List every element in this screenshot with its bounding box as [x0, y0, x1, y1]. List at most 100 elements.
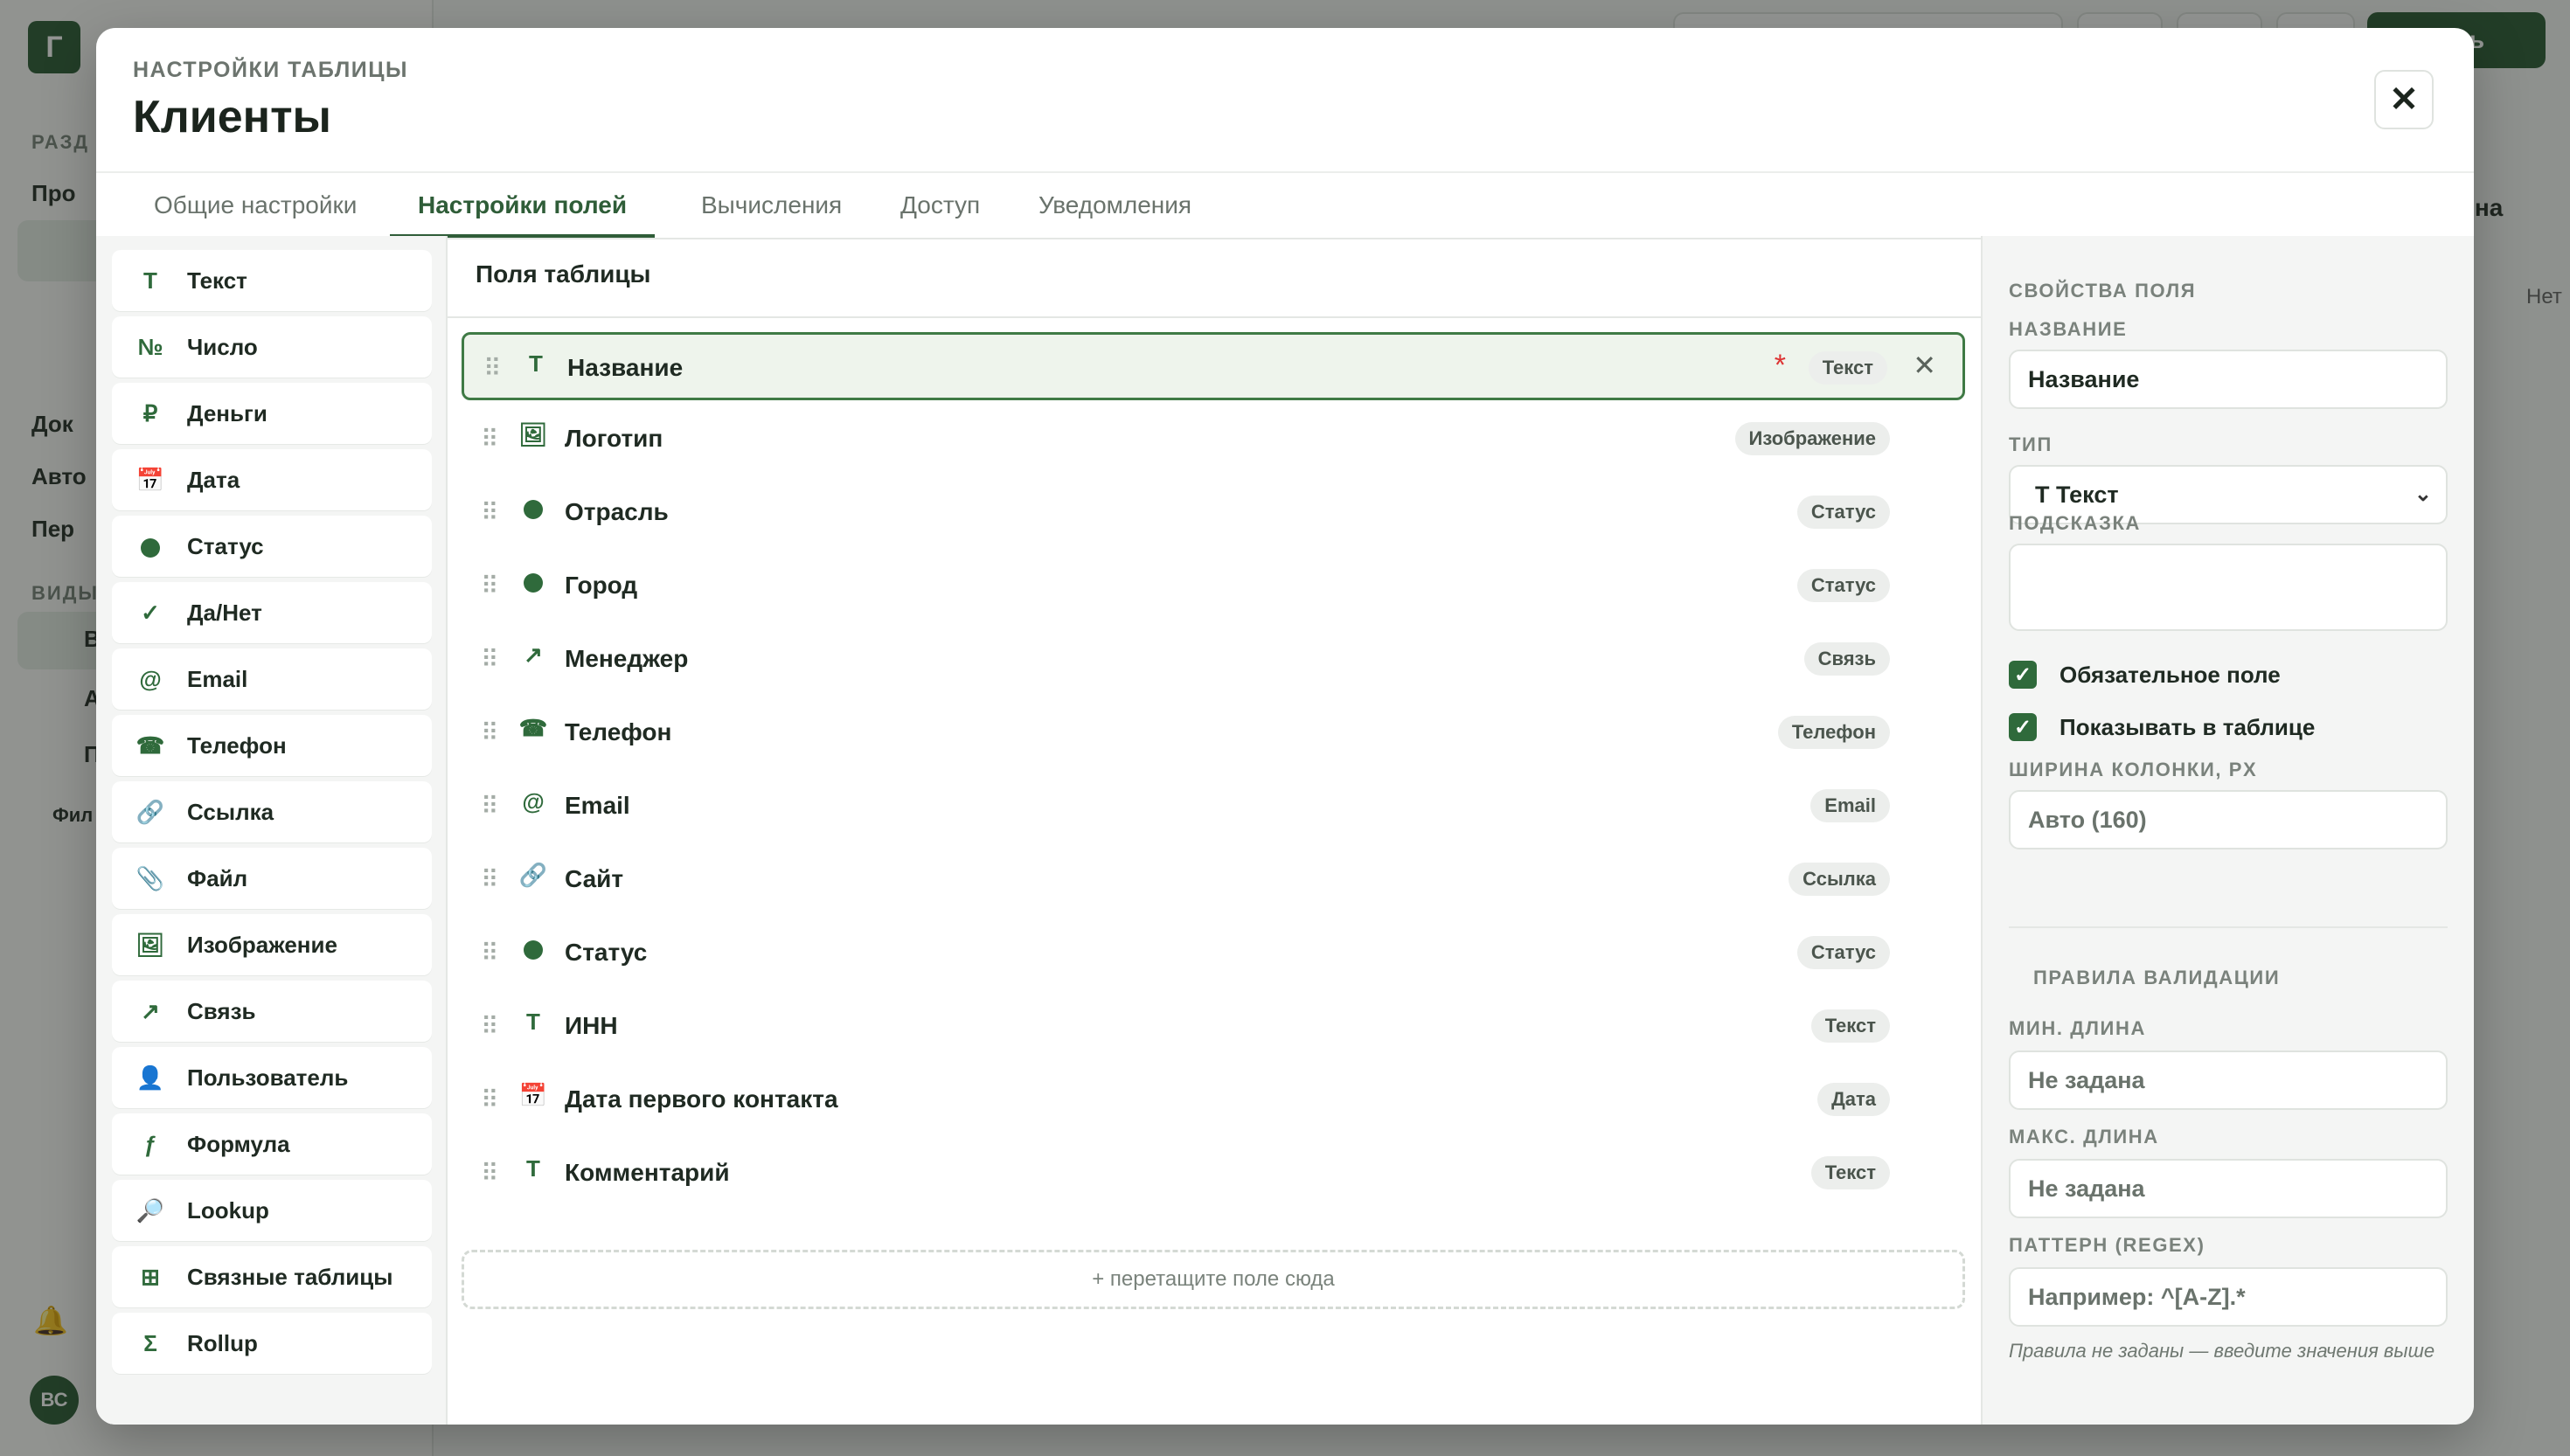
palette-item[interactable]: ƒ Формула: [112, 1113, 432, 1175]
field-name: Телефон: [565, 718, 672, 745]
modal-title: Клиенты: [133, 92, 331, 142]
field-name: Логотип: [565, 425, 663, 452]
min-length-input[interactable]: Не задана: [2009, 1050, 2448, 1110]
field-type-badge: Связь: [1803, 642, 1890, 676]
palette-item-label: Связь: [187, 997, 256, 1024]
field-type-badge: Изображение: [1734, 422, 1890, 455]
field-type-badge: Статус: [1796, 936, 1890, 969]
field-row[interactable]: ⠿ ☎ Телефон Телефон: [462, 699, 1965, 767]
tab-notifications[interactable]: Уведомления: [1011, 173, 1219, 238]
status-dot-icon: [516, 935, 551, 962]
tab-access[interactable]: Доступ: [872, 173, 1008, 238]
field-row[interactable]: ⠿ Статус Статус: [462, 919, 1965, 988]
palette-item[interactable]: T Текст: [112, 250, 432, 311]
drag-handle-icon[interactable]: ⠿: [481, 1012, 498, 1041]
drag-handle-icon[interactable]: ⠿: [481, 718, 498, 747]
field-dropzone[interactable]: + перетащите поле сюда: [462, 1250, 1965, 1309]
field-type-badge: Email: [1810, 789, 1890, 822]
field-row[interactable]: ⠿ 🖼 Логотип Изображение: [462, 406, 1965, 474]
at-icon: @: [522, 788, 545, 815]
palette-item-label: Число: [187, 333, 258, 360]
pattern-input[interactable]: Например: ^[A-Z].*: [2009, 1267, 2448, 1327]
tab-field-settings[interactable]: Настройки полей: [390, 173, 656, 238]
status-dot-icon: [124, 533, 177, 560]
at-icon: @: [139, 665, 162, 692]
type-label: ТИП: [2009, 433, 2053, 455]
palette-item[interactable]: ✓ Да/Нет: [112, 582, 432, 643]
palette-item-label: Ссылка: [187, 798, 274, 825]
palette-item-label: Lookup: [187, 1196, 269, 1224]
field-row[interactable]: ⠿ T Комментарий Текст: [462, 1140, 1965, 1208]
field-type-badge: Ссылка: [1789, 863, 1890, 896]
name-input[interactable]: Название: [2009, 350, 2448, 409]
column-width-label: ШИРИНА КОЛОНКИ, PX: [2009, 759, 2258, 780]
hint-textarea[interactable]: [2009, 544, 2448, 631]
field-row[interactable]: ⠿ T Название * Текст ✕: [462, 332, 1965, 400]
palette-item-label: Телефон: [187, 731, 287, 759]
field-row[interactable]: ⠿ Город Статус: [462, 552, 1965, 621]
calendar-icon: 📅: [518, 1082, 548, 1108]
drag-handle-icon[interactable]: ⠿: [481, 572, 498, 600]
field-row[interactable]: ⠿ T ИНН Текст: [462, 993, 1965, 1061]
drag-handle-icon[interactable]: ⠿: [481, 1159, 498, 1188]
field-row[interactable]: ⠿ Отрасль Статус: [462, 479, 1965, 547]
drag-handle-icon[interactable]: ⠿: [481, 939, 498, 967]
palette-item-label: Изображение: [187, 931, 337, 958]
max-length-input[interactable]: Не задана: [2009, 1159, 2448, 1218]
palette-item-label: Дата: [187, 466, 240, 493]
drag-handle-icon[interactable]: ⠿: [481, 425, 498, 454]
palette-item[interactable]: 📅 Дата: [112, 449, 432, 510]
palette-item[interactable]: № Число: [112, 316, 432, 378]
divider: [2009, 926, 2448, 928]
fields-panel: Поля таблицы 12 ⠿ T Название * Текст ✕ ⠿ 🖼 Логот…: [446, 236, 2051, 1425]
field-name: Менеджер: [565, 645, 689, 672]
text-icon: T: [143, 267, 157, 294]
remove-field-icon[interactable]: ✕: [1913, 349, 1936, 382]
field-name: Название: [567, 354, 684, 381]
relation-arrow-icon: ↗: [141, 997, 160, 1024]
drag-handle-icon[interactable]: ⠿: [481, 645, 498, 674]
ruble-icon: ₽: [142, 399, 158, 426]
name-label: НАЗВАНИЕ: [2009, 318, 2128, 340]
palette-item[interactable]: ₽ Деньги: [112, 383, 432, 444]
palette-item[interactable]: 🔗 Ссылка: [112, 781, 432, 842]
palette-item-label: Файл: [187, 864, 248, 891]
required-checkbox[interactable]: ✓: [2009, 661, 2037, 689]
field-row[interactable]: ⠿ @ Email Email: [462, 773, 1965, 841]
column-width-input[interactable]: Авто (160): [2009, 790, 2448, 849]
close-button[interactable]: ✕: [2374, 70, 2434, 129]
palette-item[interactable]: @ Email: [112, 648, 432, 710]
field-row[interactable]: ⠿ 📅 Дата первого контакта Дата: [462, 1066, 1965, 1134]
fields-panel-header: Поля таблицы 12: [446, 236, 2051, 318]
link-icon: 🔗: [135, 798, 165, 825]
palette-item[interactable]: Статус: [112, 516, 432, 577]
palette-item[interactable]: 👤 Пользователь: [112, 1047, 432, 1108]
palette-item-label: Текст: [187, 267, 247, 294]
palette-item[interactable]: ☎ Телефон: [112, 715, 432, 776]
sigma-icon: Σ: [143, 1329, 157, 1356]
palette-item[interactable]: Σ Rollup: [112, 1313, 432, 1374]
palette-item[interactable]: 🔎 Lookup: [112, 1180, 432, 1241]
drag-handle-icon[interactable]: ⠿: [481, 865, 498, 894]
required-checkbox-row[interactable]: ✓ Обязательное поле: [2009, 661, 2281, 689]
calendar-icon: 📅: [135, 466, 165, 493]
user-icon: 👤: [135, 1064, 165, 1091]
show-in-table-checkbox[interactable]: ✓: [2009, 713, 2037, 741]
validation-note: Правила не заданы — введите значения выш…: [2009, 1340, 2435, 1362]
field-row[interactable]: ⠿ ↗ Менеджер Связь: [462, 626, 1965, 694]
drag-handle-icon[interactable]: ⠿: [481, 1085, 498, 1114]
palette-item[interactable]: ↗ Связь: [112, 981, 432, 1042]
drag-handle-icon[interactable]: ⠿: [483, 354, 501, 383]
text-icon: T: [526, 1155, 540, 1182]
drag-handle-icon[interactable]: ⠿: [481, 792, 498, 821]
tab-general[interactable]: Общие настройки: [126, 173, 385, 238]
show-in-table-checkbox-row[interactable]: ✓ Показывать в таблице: [2009, 713, 2315, 741]
field-row[interactable]: ⠿ 🔗 Сайт Ссылка: [462, 846, 1965, 914]
tab-calculations[interactable]: Вычисления: [673, 173, 870, 238]
palette-item[interactable]: 📎 Файл: [112, 848, 432, 909]
status-dot-icon: [516, 495, 551, 522]
drag-handle-icon[interactable]: ⠿: [481, 498, 498, 527]
palette-item[interactable]: 🖼 Изображение: [112, 914, 432, 975]
min-length-label: МИН. ДЛИНА: [2009, 1017, 2146, 1039]
palette-item[interactable]: ⊞ Связные таблицы: [112, 1246, 432, 1307]
